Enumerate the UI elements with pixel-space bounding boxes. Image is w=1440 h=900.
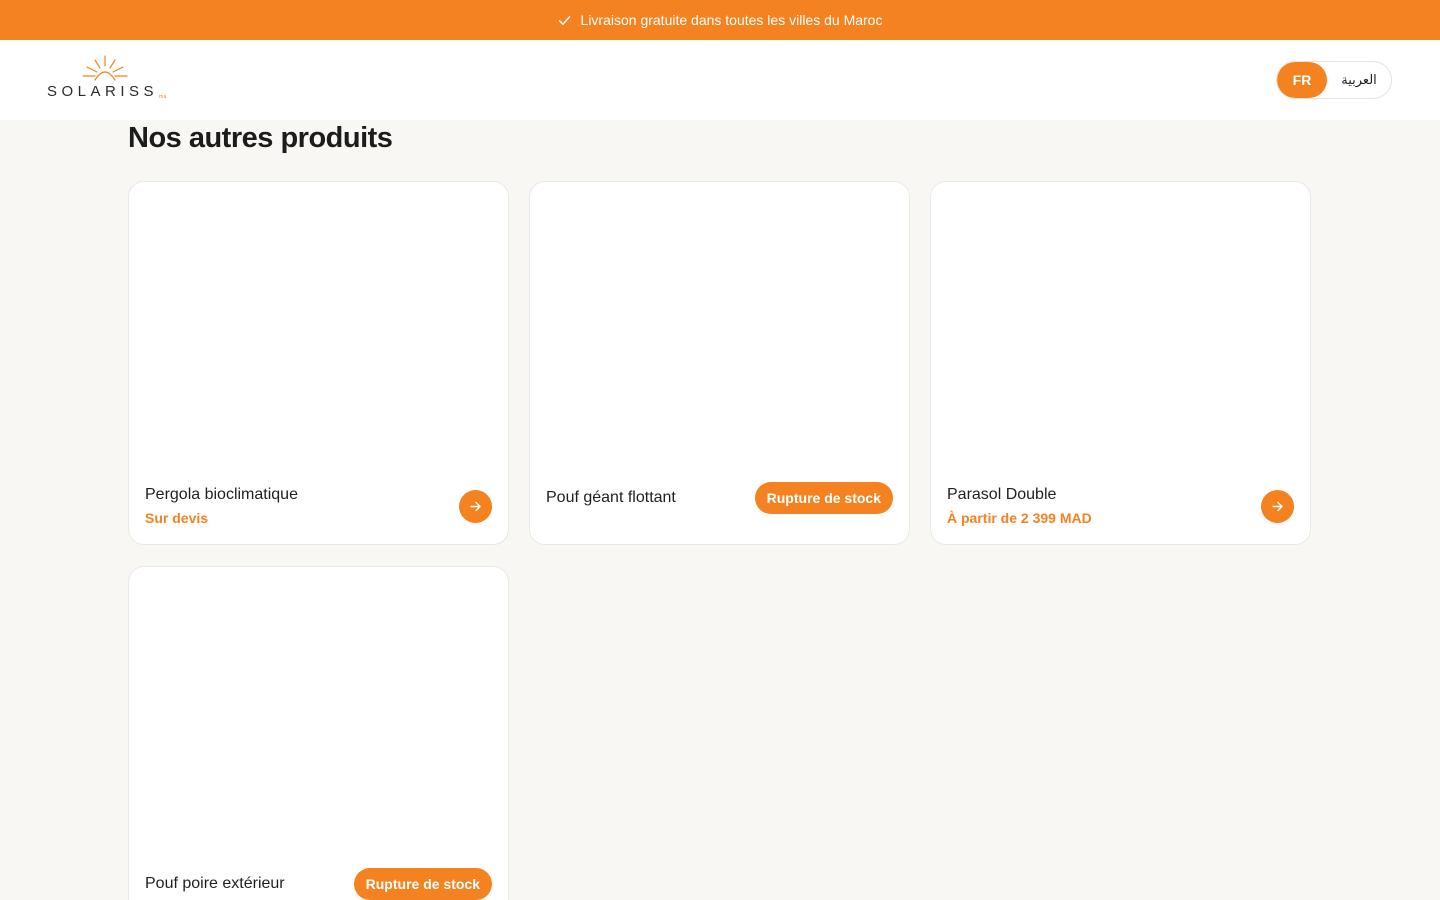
product-card[interactable]: Parasol Double À partir de 2 399 MAD [930, 181, 1311, 545]
product-info: Pergola bioclimatique Sur devis [145, 486, 492, 526]
language-switcher: FR العربية [1276, 61, 1392, 99]
product-name[interactable]: Parasol Double [947, 486, 1092, 504]
arrow-right-icon [470, 501, 481, 511]
announcement-bar: Livraison gratuite dans toutes les ville… [0, 0, 1440, 40]
product-card[interactable]: Pergola bioclimatique Sur devis [128, 181, 509, 545]
product-price: À partir de 2 399 MAD [947, 510, 1092, 526]
out-of-stock-badge: Rupture de stock [754, 482, 893, 514]
view-product-button[interactable] [459, 489, 492, 523]
product-info: Pouf poire extérieur Rupture de stock [145, 868, 492, 900]
logo-text: SOLARISS [47, 83, 159, 100]
view-product-button[interactable] [1261, 489, 1294, 523]
product-name[interactable]: Pouf poire extérieur [145, 875, 285, 893]
section-title: Nos autres produits [128, 122, 393, 154]
arrow-right-icon [1272, 501, 1283, 511]
lang-fr-button[interactable]: FR [1277, 62, 1327, 98]
lang-ar-button[interactable]: العربية [1327, 62, 1391, 98]
check-icon [558, 14, 571, 27]
product-image[interactable] [129, 182, 508, 472]
logo[interactable]: SOLARISS ma [47, 54, 171, 104]
product-image[interactable] [129, 567, 508, 857]
product-info: Parasol Double À partir de 2 399 MAD [947, 486, 1294, 526]
product-image[interactable] [530, 182, 909, 472]
product-card[interactable]: Pouf poire extérieur Rupture de stock [128, 566, 509, 900]
out-of-stock-badge: Rupture de stock [353, 868, 492, 900]
product-info: Pouf géant flottant Rupture de stock [546, 482, 893, 514]
product-name[interactable]: Pergola bioclimatique [145, 486, 298, 504]
product-card[interactable]: Pouf géant flottant Rupture de stock [529, 181, 910, 545]
announcement-text: Livraison gratuite dans toutes les ville… [580, 12, 883, 28]
product-name[interactable]: Pouf géant flottant [546, 489, 676, 507]
logo-suffix: ma [159, 94, 167, 100]
product-image[interactable] [931, 182, 1310, 472]
site-header: SOLARISS ma FR العربية [0, 40, 1440, 120]
product-price: Sur devis [145, 510, 209, 526]
